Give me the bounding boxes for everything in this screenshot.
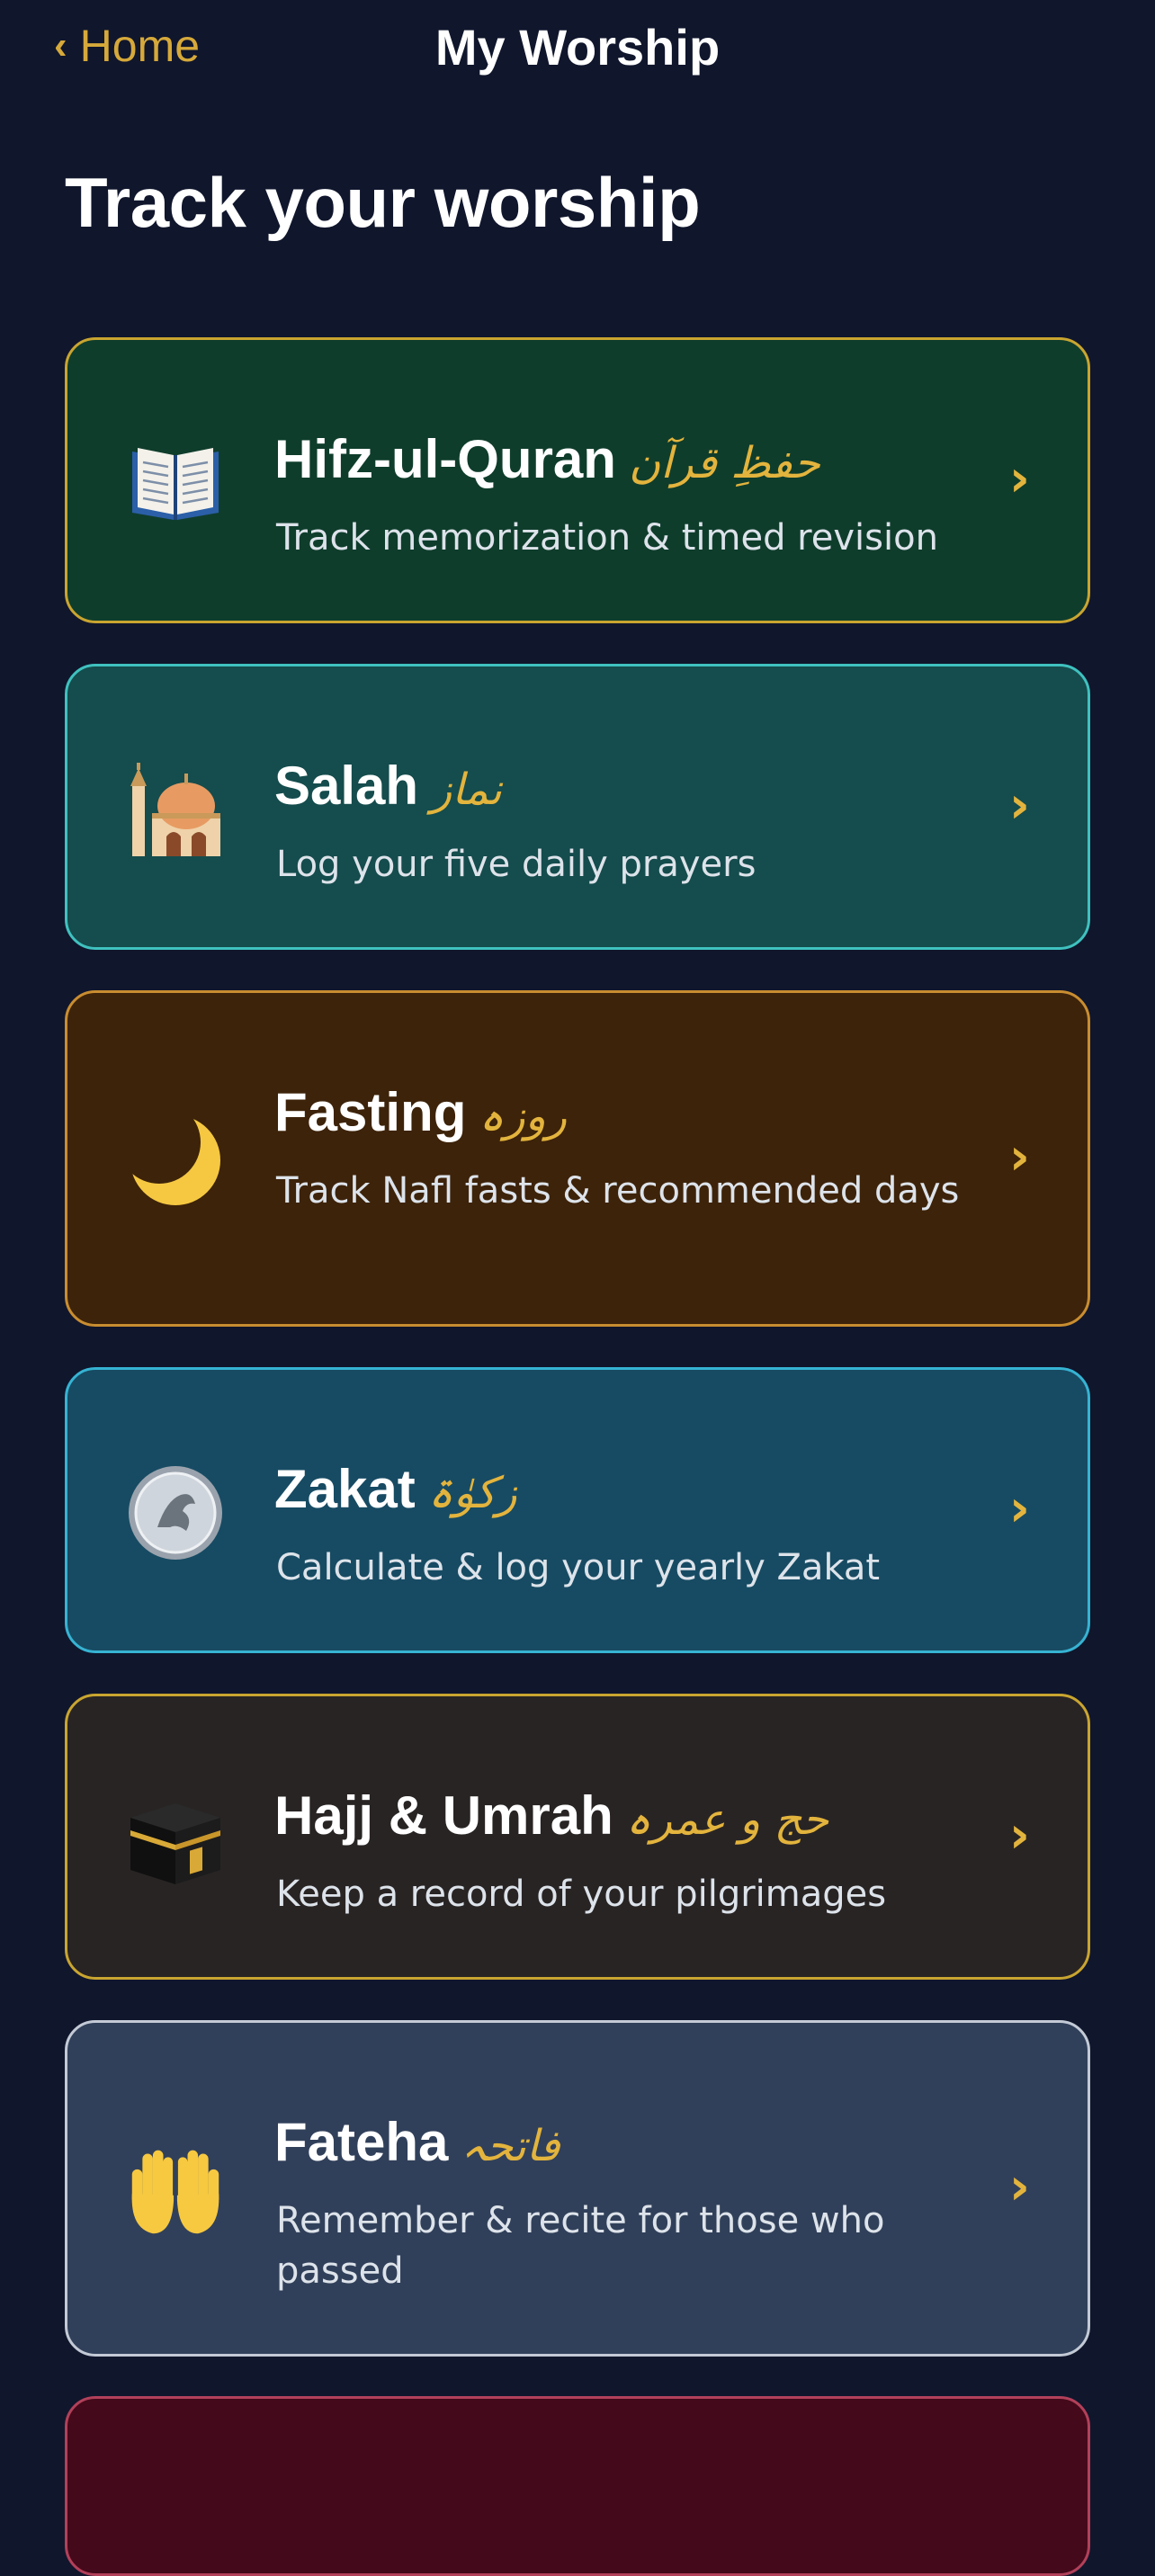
card-description: Calculate & log your yearly Zakat xyxy=(276,1547,881,1588)
card-title: Hajj & Umrah حج و عمرہ xyxy=(274,1784,828,1847)
coin-icon xyxy=(127,1464,224,1561)
card-hifz-ul-quran[interactable]: Hifz-ul-Quran حفظِ قرآن Track memorizati… xyxy=(65,337,1090,623)
chevron-right-icon: › xyxy=(1008,450,1030,508)
card-hajj-umrah[interactable]: Hajj & Umrah حج و عمرہ Keep a record of … xyxy=(65,1694,1090,1980)
card-title: Fasting روزہ xyxy=(274,1081,567,1143)
mosque-icon xyxy=(127,761,224,858)
card-title-text: Salah xyxy=(274,756,419,816)
card-title: Hifz-ul-Quran حفظِ قرآن xyxy=(274,428,820,490)
card-title-urdu: حفظِ قرآن xyxy=(628,438,820,488)
card-description: Keep a record of your pilgrimages xyxy=(276,1874,887,1915)
card-fateha[interactable]: Fateha فاتحہ Remember & recite for those… xyxy=(65,2020,1090,2357)
card-title: Fateha فاتحہ xyxy=(274,2111,560,2173)
card-title-urdu: روزہ xyxy=(479,1091,568,1141)
card-partial[interactable] xyxy=(65,2396,1090,2576)
card-fasting[interactable]: Fasting روزہ Track Nafl fasts & recommen… xyxy=(65,990,1090,1327)
card-salah[interactable]: Salah نماز Log your five daily prayers › xyxy=(65,664,1090,950)
page-title: Track your worship xyxy=(65,163,701,242)
card-title-text: Hajj & Umrah xyxy=(274,1785,613,1846)
book-icon xyxy=(127,434,224,532)
card-title-urdu: زکوٰۃ xyxy=(427,1468,517,1518)
card-description: Track memorization & timed revision xyxy=(276,517,938,559)
card-title-urdu: فاتحہ xyxy=(461,2121,560,2171)
navigation-bar: ‹ Home My Worship xyxy=(0,0,1155,99)
raised-hands-icon xyxy=(127,2142,224,2239)
card-zakat[interactable]: Zakat زکوٰۃ Calculate & log your yearly … xyxy=(65,1367,1090,1653)
chevron-right-icon: › xyxy=(1008,1806,1030,1865)
chevron-right-icon: › xyxy=(1008,1128,1030,1186)
card-title-text: Zakat xyxy=(274,1459,416,1519)
nav-title: My Worship xyxy=(434,19,721,76)
chevron-right-icon: › xyxy=(1008,1480,1030,1538)
card-title: Salah نماز xyxy=(274,755,502,817)
card-description: Log your five daily prayers xyxy=(276,844,757,885)
chevron-right-icon: › xyxy=(1008,776,1030,835)
card-title-text: Fasting xyxy=(274,1082,467,1142)
card-title-urdu: حج و عمرہ xyxy=(625,1794,829,1845)
kaaba-icon xyxy=(127,1791,224,1888)
card-title-text: Fateha xyxy=(274,2112,449,2172)
card-description: Track Nafl fasts & recommended days xyxy=(276,1170,960,1212)
card-description: Remember & recite for those who passed xyxy=(276,2200,885,2292)
card-title-urdu: نماز xyxy=(431,765,502,815)
card-title: Zakat زکوٰۃ xyxy=(274,1458,517,1520)
crescent-moon-icon xyxy=(127,1112,224,1209)
card-title-text: Hifz-ul-Quran xyxy=(274,429,616,489)
chevron-right-icon: › xyxy=(1008,2158,1030,2216)
